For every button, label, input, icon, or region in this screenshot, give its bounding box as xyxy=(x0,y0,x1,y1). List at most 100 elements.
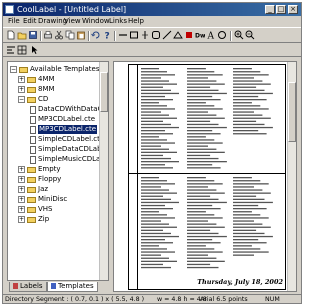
template-tree[interactable]: − Available Templates +4MM +8MM − CD DataCDW… xyxy=(7,61,109,281)
secondary-toolbar xyxy=(3,43,301,57)
status-num: NUM xyxy=(265,296,280,303)
print-icon[interactable] xyxy=(43,30,53,40)
svg-text:Dw: Dw xyxy=(195,33,205,40)
tree-item-label: MP3CDLabel.cte xyxy=(38,115,96,123)
tree-item-label: SimpleCDLabel.cte xyxy=(38,135,105,143)
expand-icon[interactable]: + xyxy=(18,216,25,223)
tree-item-label: Empty xyxy=(38,165,61,173)
svg-text:A: A xyxy=(207,32,215,41)
window-title: CoolLabel - [Untitled Label] xyxy=(17,5,127,14)
panel-tabs: Labels Templates xyxy=(7,282,109,292)
expand-icon[interactable]: + xyxy=(18,186,25,193)
folder-icon xyxy=(27,187,36,193)
menu-file[interactable]: File xyxy=(8,16,20,27)
cd-label-preview[interactable]: Thursday, July 18, 2002 xyxy=(128,64,286,290)
new-icon[interactable] xyxy=(6,30,16,40)
folder-icon xyxy=(27,177,36,183)
menu-help[interactable]: Help xyxy=(128,16,144,27)
zoom-out-icon[interactable] xyxy=(245,30,255,40)
grid-icon[interactable] xyxy=(17,45,27,55)
align-icon[interactable] xyxy=(6,45,16,55)
tree-item-label: 8MM xyxy=(38,85,55,93)
close-button[interactable]: × xyxy=(288,5,298,14)
folder-icon xyxy=(27,87,36,93)
ellipse-tool-icon[interactable] xyxy=(151,30,161,40)
tree-item-label: CD xyxy=(38,95,49,103)
title-bar[interactable]: CoolLabel - [Untitled Label] _ □ × xyxy=(3,3,301,16)
status-segment: Directory Segment : ( 0.7, 0.1 ) x ( 5.5… xyxy=(5,296,145,303)
folder-icon xyxy=(27,167,36,173)
tree-item-label: Floppy xyxy=(38,175,62,183)
tree-scrollbar[interactable] xyxy=(99,62,108,280)
labels-icon xyxy=(13,283,18,289)
expand-icon[interactable]: + xyxy=(18,166,25,173)
tree-root-label: Available Templates xyxy=(30,65,100,73)
templates-icon xyxy=(51,283,56,289)
app-window: CoolLabel - [Untitled Label] _ □ × File … xyxy=(2,2,302,304)
save-icon[interactable] xyxy=(28,30,38,40)
folder-icon xyxy=(27,217,36,223)
menu-edit[interactable]: Edit xyxy=(23,16,37,27)
expand-icon[interactable]: + xyxy=(18,76,25,83)
undo-icon[interactable] xyxy=(91,30,101,40)
line-tool-icon[interactable] xyxy=(118,30,128,40)
rectangle-tool-icon[interactable] xyxy=(129,30,139,40)
polygon-tool-icon[interactable] xyxy=(173,30,183,40)
menu-window[interactable]: Window xyxy=(82,16,110,27)
main-toolbar: ? Dw A xyxy=(3,27,301,43)
dw-text-icon[interactable]: Dw xyxy=(195,30,205,40)
tree-item-label: MP3CDLabel.cte xyxy=(38,125,98,134)
template-file-icon xyxy=(30,116,36,124)
canvas-scroll-thumb[interactable] xyxy=(288,82,296,142)
template-file-icon xyxy=(30,156,36,164)
zoom-in-icon[interactable] xyxy=(234,30,244,40)
svg-text:?: ? xyxy=(105,32,110,41)
canvas-scrollbar[interactable] xyxy=(287,62,296,291)
text-tool-icon[interactable]: A xyxy=(206,30,216,41)
label-canvas[interactable]: Thursday, July 18, 2002 xyxy=(113,61,297,292)
expand-icon[interactable]: + xyxy=(18,206,25,213)
folder-icon xyxy=(19,67,28,73)
tab-templates-text: Templates xyxy=(58,282,94,290)
tree-root[interactable]: − Available Templates xyxy=(10,65,100,74)
circle-tool-icon[interactable] xyxy=(217,30,227,40)
tree-scroll-thumb[interactable] xyxy=(100,72,108,112)
folder-icon xyxy=(27,207,36,213)
template-file-icon xyxy=(30,126,36,134)
expand-icon[interactable]: + xyxy=(18,176,25,183)
folder-icon xyxy=(27,197,36,203)
menu-drawing[interactable]: Drawing xyxy=(38,16,67,27)
open-icon[interactable] xyxy=(17,30,27,40)
tree-item-label: Zip xyxy=(38,215,50,223)
folder-icon xyxy=(27,77,36,83)
app-icon[interactable] xyxy=(5,5,14,14)
template-file-icon xyxy=(30,136,36,144)
maximize-button[interactable]: □ xyxy=(276,5,286,14)
tree-item-label: 4MM xyxy=(38,75,55,83)
cut-icon[interactable] xyxy=(54,30,64,40)
menu-bar: File Edit Drawing View Window Links Help xyxy=(3,16,301,27)
status-bar: Directory Segment : ( 0.7, 0.1 ) x ( 5.5… xyxy=(3,294,301,303)
line-draw-icon[interactable] xyxy=(162,30,172,40)
rounded-rect-tool-icon[interactable] xyxy=(140,30,150,40)
tree-item-label: VHS xyxy=(38,205,53,213)
pointer-icon[interactable] xyxy=(30,45,40,55)
help-icon[interactable]: ? xyxy=(102,30,112,41)
menu-links[interactable]: Links xyxy=(109,16,127,27)
tab-labels-text: Labels xyxy=(20,282,43,290)
copy-icon[interactable] xyxy=(65,30,75,40)
tab-templates[interactable]: Templates xyxy=(47,282,98,292)
expand-icon[interactable]: + xyxy=(18,86,25,93)
stop-icon[interactable] xyxy=(184,30,194,40)
template-file-icon xyxy=(30,146,36,154)
label-fold-line xyxy=(129,173,285,174)
tab-labels[interactable]: Labels xyxy=(9,282,47,292)
expand-icon[interactable]: + xyxy=(18,196,25,203)
minimize-button[interactable]: _ xyxy=(265,5,275,14)
collapse-icon[interactable]: − xyxy=(10,66,17,73)
paste-icon[interactable] xyxy=(76,30,86,40)
menu-view[interactable]: View xyxy=(64,16,81,27)
collapse-icon[interactable]: − xyxy=(18,96,25,103)
tree-item-label: Jaz xyxy=(38,185,49,193)
folder-icon xyxy=(27,97,36,103)
